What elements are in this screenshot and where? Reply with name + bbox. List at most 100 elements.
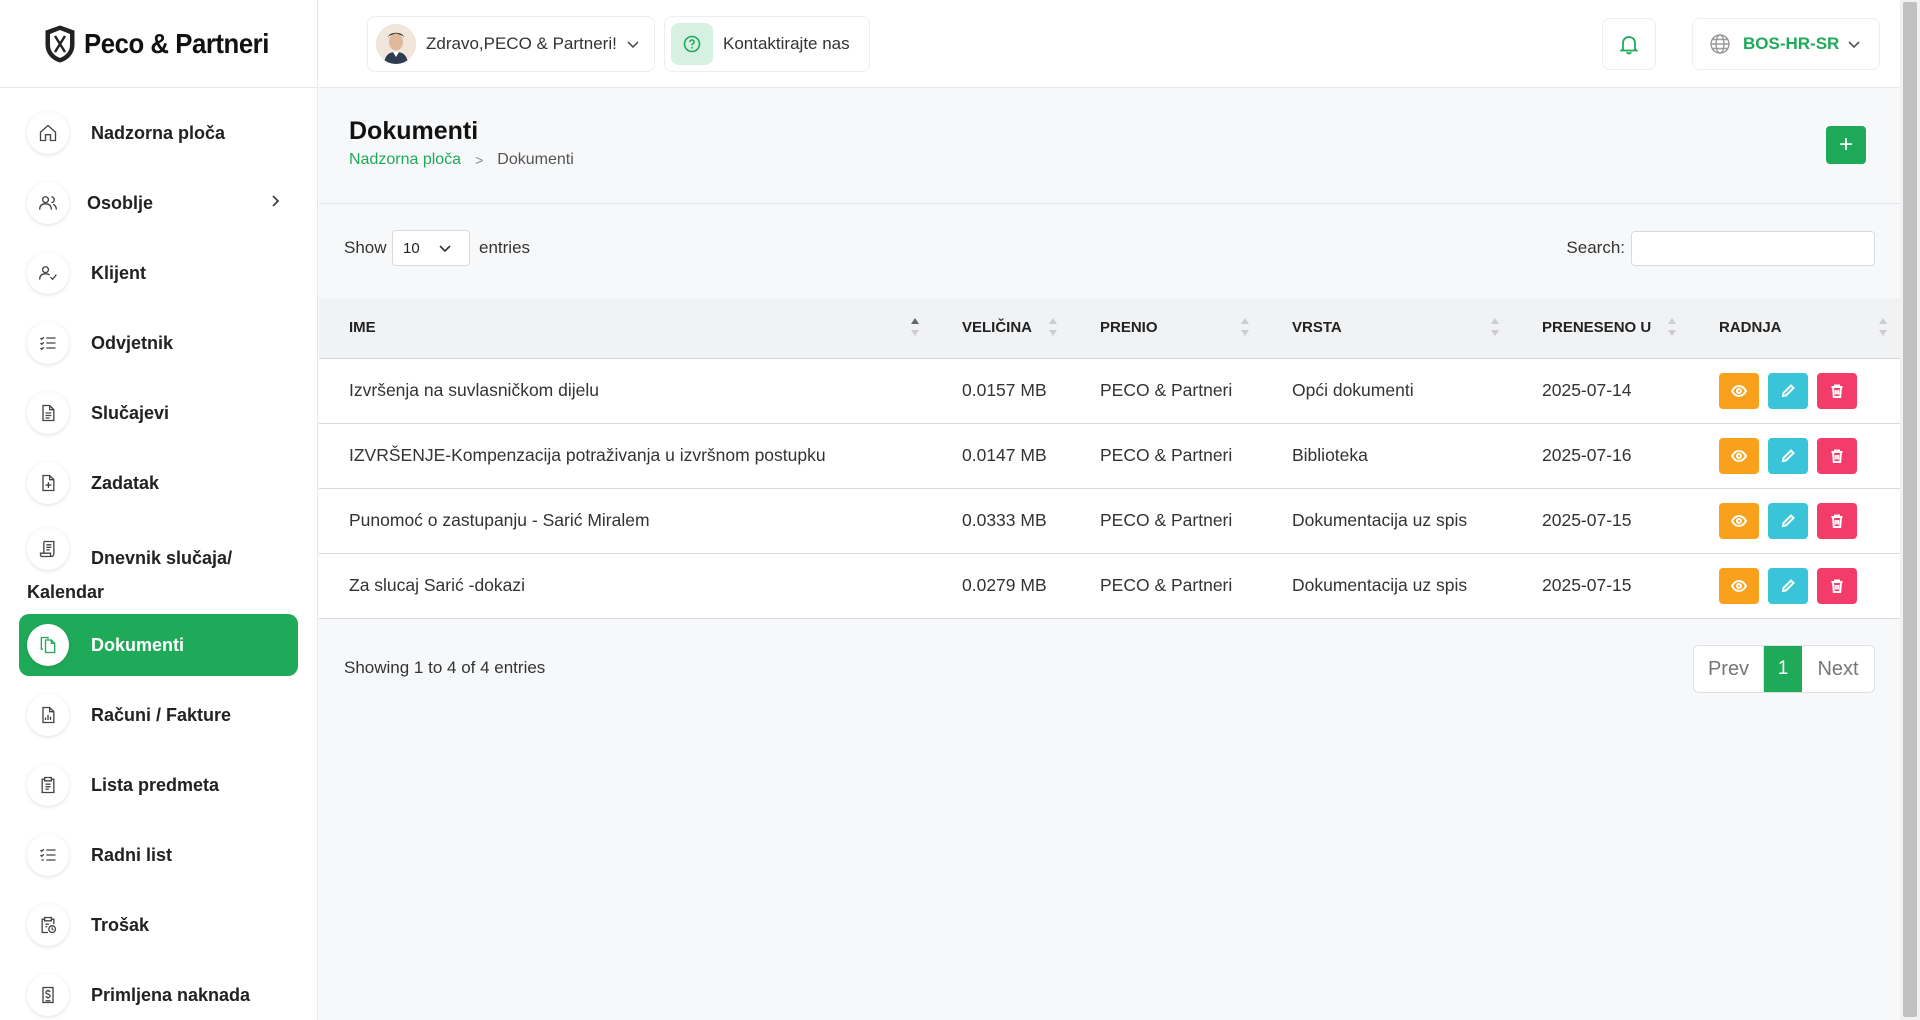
sidebar: Peco & Partneri Nadzorna ploča Osoblje K… bbox=[0, 0, 318, 1020]
top-header: Zdravo,PECO & Partneri! Kontaktirajte na… bbox=[319, 0, 1900, 88]
sidebar-item-klijent[interactable]: Klijent bbox=[19, 242, 298, 304]
pencil-icon bbox=[1781, 578, 1795, 592]
documents-table: IME VELIČINA PRENIO VRSTA PRENESENO U RA… bbox=[319, 298, 1900, 619]
user-check-icon bbox=[27, 252, 69, 294]
sidebar-item-dnevnik[interactable]: Dnevnik slučaja/ Kalendar bbox=[19, 522, 298, 606]
user-greeting: Zdravo,PECO & Partneri! bbox=[426, 34, 617, 53]
delete-button[interactable] bbox=[1817, 567, 1857, 604]
user-menu[interactable]: Zdravo,PECO & Partneri! bbox=[367, 16, 655, 72]
page-size-select[interactable]: 10 bbox=[392, 230, 470, 266]
breadcrumb-separator-icon: > bbox=[475, 152, 484, 168]
search-input[interactable] bbox=[1631, 231, 1875, 266]
view-button[interactable] bbox=[1719, 437, 1759, 474]
cell-date: 2025-07-15 bbox=[1542, 510, 1632, 530]
sidebar-item-trosak[interactable]: Trošak bbox=[19, 894, 298, 956]
sidebar-item-osoblje[interactable]: Osoblje bbox=[19, 172, 298, 234]
notifications-button[interactable] bbox=[1602, 18, 1656, 70]
sidebar-item-odvjetnik[interactable]: Odvjetnik bbox=[19, 312, 298, 374]
next-page-button[interactable]: Next bbox=[1802, 646, 1874, 692]
cell-date: 2025-07-14 bbox=[1542, 380, 1632, 400]
sidebar-item-racuni[interactable]: Računi / Fakture bbox=[19, 684, 298, 746]
journal-icon bbox=[27, 528, 69, 570]
add-document-button[interactable]: + bbox=[1826, 126, 1866, 164]
bell-icon bbox=[1619, 36, 1639, 55]
sidebar-item-dokumenti[interactable]: Dokumenti bbox=[19, 614, 298, 676]
documents-icon bbox=[27, 624, 69, 666]
trash-icon bbox=[1831, 449, 1843, 463]
sidebar-item-zadatak[interactable]: Zadatak bbox=[19, 452, 298, 514]
column-header-velicina[interactable]: VELIČINA bbox=[932, 298, 1070, 358]
column-header-ime[interactable]: IME bbox=[319, 298, 932, 358]
column-header-radnja[interactable]: RADNJA bbox=[1689, 298, 1900, 358]
table-info: Showing 1 to 4 of 4 entries bbox=[344, 658, 546, 677]
sidebar-item-label: Osoblje bbox=[87, 192, 154, 213]
clipboard-icon bbox=[27, 764, 69, 806]
cell-type: Dokumentacija uz spis bbox=[1292, 510, 1468, 530]
trash-icon bbox=[1831, 579, 1843, 593]
scrollbar-thumb[interactable] bbox=[1903, 2, 1917, 1017]
page-title: Dokumenti bbox=[349, 117, 479, 145]
breadcrumb-current: Dokumenti bbox=[497, 151, 574, 168]
edit-button[interactable] bbox=[1768, 567, 1808, 604]
view-button[interactable] bbox=[1719, 372, 1759, 409]
expense-icon bbox=[27, 904, 69, 946]
breadcrumb-home-link[interactable]: Nadzorna ploča bbox=[349, 151, 461, 169]
chevron-down-icon bbox=[1848, 41, 1860, 49]
prev-page-button[interactable]: Prev bbox=[1694, 646, 1764, 692]
view-button[interactable] bbox=[1719, 502, 1759, 539]
cell-type: Dokumentacija uz spis bbox=[1292, 575, 1468, 595]
globe-icon bbox=[1710, 34, 1730, 54]
delete-button[interactable] bbox=[1817, 437, 1857, 474]
sidebar-item-primljena-naknada[interactable]: Primljena naknada bbox=[19, 964, 298, 1020]
sidebar-item-lista-predmeta[interactable]: Lista predmeta bbox=[19, 754, 298, 816]
cell-uploader: PECO & Partneri bbox=[1100, 445, 1233, 465]
pencil-icon bbox=[1781, 383, 1795, 397]
sidebar-item-nadzorna-ploca[interactable]: Nadzorna ploča bbox=[19, 102, 298, 164]
chevron-down-icon bbox=[439, 245, 451, 253]
sidebar-item-label: Trošak bbox=[91, 914, 150, 935]
sidebar-item-label: Zadatak bbox=[91, 472, 160, 493]
column-header-prenio[interactable]: PRENIO bbox=[1070, 298, 1262, 358]
sidebar-item-label: Računi / Fakture bbox=[91, 704, 232, 725]
eye-icon bbox=[1731, 514, 1747, 527]
table-row: Punomoć o zastupanju - Sarić Miralem 0.0… bbox=[319, 488, 1900, 553]
column-header-preneseno-u[interactable]: PRENESENO U bbox=[1512, 298, 1689, 358]
checklist-icon bbox=[27, 834, 69, 876]
users-icon bbox=[27, 182, 69, 224]
sidebar-item-label: Slučajevi bbox=[91, 402, 170, 423]
page-1-button[interactable]: 1 bbox=[1764, 646, 1802, 692]
sort-icon bbox=[1879, 318, 1887, 336]
contact-label: Kontaktirajte nas bbox=[723, 34, 850, 53]
table-row: Izvršenja na suvlasničkom dijelu 0.0157 … bbox=[319, 358, 1900, 423]
entries-label: entries bbox=[479, 238, 531, 257]
list-check-icon bbox=[27, 322, 69, 364]
edit-button[interactable] bbox=[1768, 372, 1808, 409]
cell-uploader: PECO & Partneri bbox=[1100, 510, 1233, 530]
language-selector[interactable]: BOS-HR-SR bbox=[1692, 18, 1880, 70]
pencil-icon bbox=[1781, 513, 1795, 527]
delete-button[interactable] bbox=[1817, 372, 1857, 409]
sidebar-item-radni-list[interactable]: Radni list bbox=[19, 824, 298, 886]
edit-button[interactable] bbox=[1768, 502, 1808, 539]
dollar-doc-icon bbox=[27, 974, 69, 1016]
show-label: Show bbox=[344, 238, 387, 257]
sidebar-item-label: Klijent bbox=[91, 262, 147, 283]
contact-button[interactable]: Kontaktirajte nas bbox=[664, 16, 870, 72]
sort-icon bbox=[1491, 318, 1499, 336]
cell-actions bbox=[1689, 553, 1900, 618]
sidebar-item-label: Dokumenti bbox=[91, 634, 185, 655]
page-size-value: 10 bbox=[403, 239, 420, 257]
language-label: BOS-HR-SR bbox=[1743, 34, 1840, 53]
cell-name: Za slucaj Sarić -dokazi bbox=[349, 575, 526, 595]
sidebar-item-slucajevi[interactable]: Slučajevi bbox=[19, 382, 298, 444]
edit-button[interactable] bbox=[1768, 437, 1808, 474]
column-header-vrsta[interactable]: VRSTA bbox=[1262, 298, 1512, 358]
search-label: Search: bbox=[1566, 238, 1625, 257]
view-button[interactable] bbox=[1719, 567, 1759, 604]
delete-button[interactable] bbox=[1817, 502, 1857, 539]
cell-date: 2025-07-16 bbox=[1542, 445, 1632, 465]
page-scrollbar[interactable] bbox=[1900, 0, 1920, 1020]
cell-name: IZVRŠENJE-Kompenzacija potraživanja u iz… bbox=[349, 445, 826, 465]
brand-logo[interactable]: Peco & Partneri bbox=[0, 0, 317, 88]
trash-icon bbox=[1831, 384, 1843, 398]
